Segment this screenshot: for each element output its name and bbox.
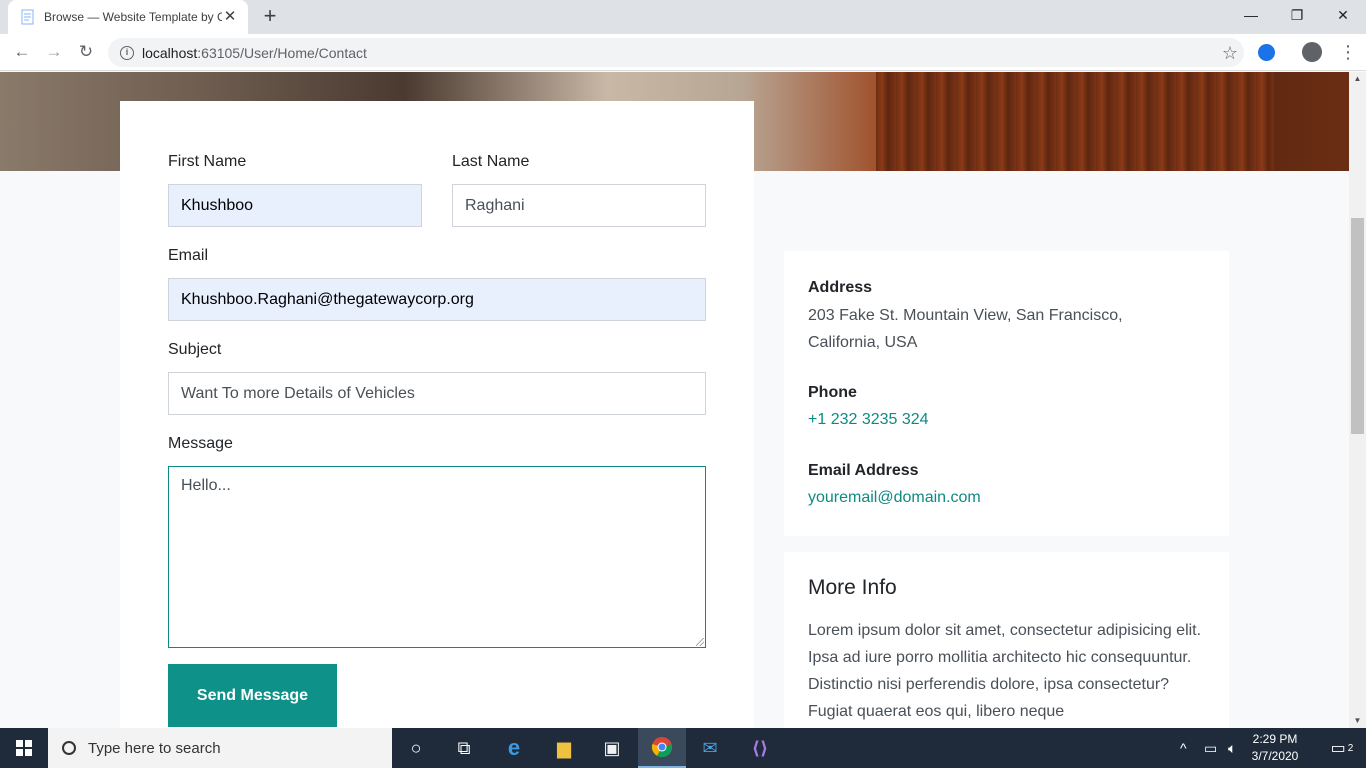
subject-label: Subject xyxy=(168,341,222,358)
extension-icon[interactable] xyxy=(1258,44,1275,61)
mail-icon[interactable]: ✉ xyxy=(686,728,734,768)
cortana-icon[interactable]: ○ xyxy=(392,728,440,768)
back-icon[interactable]: ← xyxy=(10,40,34,64)
new-tab-icon[interactable]: + xyxy=(258,5,282,29)
minimize-icon[interactable]: — xyxy=(1228,0,1274,30)
page-content: First Name Khushboo Last Name Raghani Em… xyxy=(0,72,1349,728)
search-icon xyxy=(62,741,76,755)
chrome-icon[interactable] xyxy=(638,728,686,768)
taskbar: Type here to search ○ ⧉ e ▆ ▣ ✉ ⟨⟩ ^ ▭ 🔈… xyxy=(0,728,1366,768)
subject-input[interactable]: Want To more Details of Vehicles xyxy=(168,372,706,415)
first-name-label: First Name xyxy=(168,153,247,170)
address-bar[interactable]: i localhost:63105/User/Home/Contact xyxy=(108,38,1244,67)
message-text: Hello... xyxy=(181,477,231,494)
file-explorer-icon[interactable]: ▆ xyxy=(540,728,588,768)
page-icon xyxy=(21,9,34,25)
reload-icon[interactable]: ↻ xyxy=(74,40,98,64)
first-name-input[interactable]: Khushboo xyxy=(168,184,422,227)
chrome-logo-icon xyxy=(651,737,673,758)
edge-icon[interactable]: e xyxy=(490,728,538,768)
email-label: Email xyxy=(168,247,209,264)
email-input[interactable]: Khushboo.Raghani@thegatewaycorp.org xyxy=(168,278,706,321)
phone-link[interactable]: +1 232 3235 324 xyxy=(808,411,929,429)
contact-info-card: Address 203 Fake St. Mountain View, San … xyxy=(784,251,1229,536)
info-icon[interactable]: i xyxy=(120,45,134,60)
volume-icon[interactable]: 🔈︎ xyxy=(1228,728,1236,768)
more-info-text: Lorem ipsum dolor sit amet, consectetur … xyxy=(808,622,1202,720)
bookmark-star-icon[interactable]: ☆ xyxy=(1222,43,1238,64)
notification-count: 2 xyxy=(1347,742,1354,754)
windows-logo-icon xyxy=(16,740,32,756)
scroll-up-icon[interactable]: ▲ xyxy=(1349,72,1366,86)
address-heading: Address xyxy=(808,279,873,296)
scroll-thumb[interactable] xyxy=(1351,218,1364,434)
scroll-down-icon[interactable]: ▼ xyxy=(1349,714,1366,728)
tray-chevron-icon[interactable]: ^ xyxy=(1180,728,1187,768)
email-heading: Email Address xyxy=(808,462,919,479)
forward-icon[interactable]: → xyxy=(42,40,66,64)
address-text: 203 Fake St. Mountain View, San Francisc… xyxy=(808,307,1123,351)
close-tab-icon[interactable]: ✕ xyxy=(222,9,238,25)
clock-time: 2:29 PM xyxy=(1252,732,1298,746)
start-button[interactable] xyxy=(0,728,48,768)
more-info-card: More Info Lorem ipsum dolor sit amet, co… xyxy=(784,552,1229,728)
email-link[interactable]: youremail@domain.com xyxy=(808,489,981,507)
restore-icon[interactable]: ❐ xyxy=(1274,0,1320,30)
browser-tab[interactable]: Browse — Website Template by C ✕ xyxy=(8,0,248,34)
system-clock[interactable]: 2:29 PM 3/7/2020 xyxy=(1244,731,1306,765)
notification-center-icon[interactable]: ▭ 2 xyxy=(1318,728,1366,768)
resize-grip-icon[interactable] xyxy=(696,638,704,646)
store-icon[interactable]: ▣ xyxy=(588,728,636,768)
close-window-icon[interactable]: ✕ xyxy=(1320,0,1366,30)
more-info-title: More Info xyxy=(808,576,897,599)
search-placeholder: Type here to search xyxy=(88,739,221,757)
visual-studio-icon[interactable]: ⟨⟩ xyxy=(736,728,784,768)
url-host: localhost xyxy=(142,44,198,61)
last-name-label: Last Name xyxy=(452,153,530,170)
browser-toolbar: ← → ↻ i localhost:63105/User/Home/Contac… xyxy=(0,34,1366,71)
send-message-button[interactable]: Send Message xyxy=(168,664,337,727)
taskbar-search[interactable]: Type here to search xyxy=(48,728,392,768)
tab-bar: Browse — Website Template by C ✕ + — ❐ ✕ xyxy=(0,0,1366,34)
menu-icon[interactable]: ⋮ xyxy=(1338,42,1358,62)
clock-date: 3/7/2020 xyxy=(1251,749,1299,763)
profile-icon[interactable] xyxy=(1302,42,1322,62)
hero-wood-texture xyxy=(876,72,1274,171)
contact-form: First Name Khushboo Last Name Raghani Em… xyxy=(120,101,754,728)
network-icon[interactable]: ▭ xyxy=(1204,728,1217,768)
phone-heading: Phone xyxy=(808,384,857,401)
last-name-input[interactable]: Raghani xyxy=(452,184,706,227)
message-label: Message xyxy=(168,435,233,452)
message-textarea[interactable]: Hello... xyxy=(168,466,706,648)
page-scrollbar[interactable]: ▲ ▼ xyxy=(1349,72,1366,728)
tab-title: Browse — Website Template by C xyxy=(44,10,222,24)
url-path: :63105/User/Home/Contact xyxy=(197,44,367,61)
task-view-icon[interactable]: ⧉ xyxy=(440,728,488,768)
